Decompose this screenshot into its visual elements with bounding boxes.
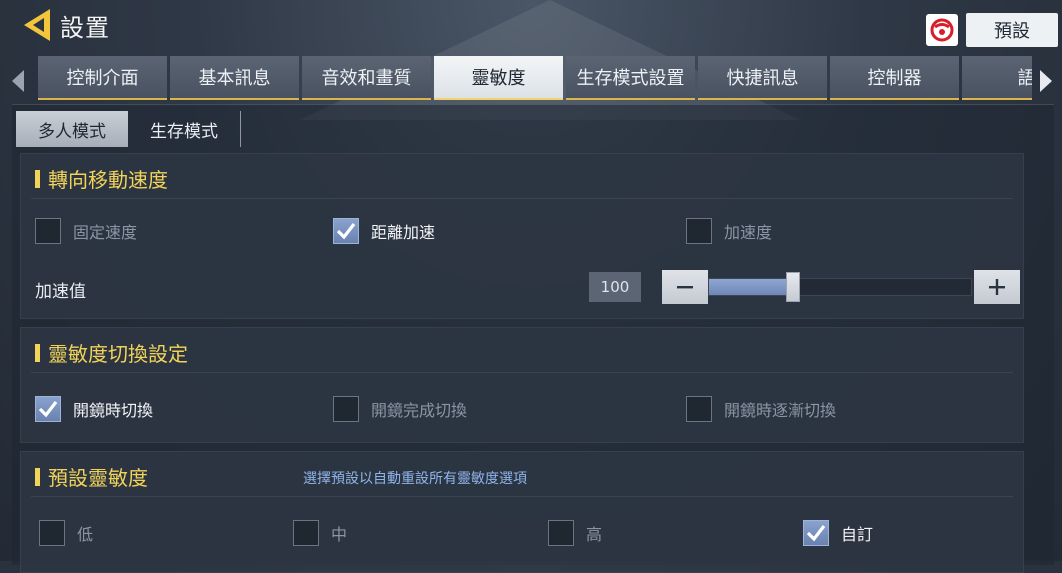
option-label: 加速度 [724,223,773,242]
option-label: 開鏡時逐漸切換 [724,401,837,420]
option-turn-options-0[interactable]: 固定速度 [35,218,137,244]
tab-3[interactable]: 靈敏度 [434,56,563,100]
switch-settings-panel: 靈敏度切換設定 開鏡時切換 開鏡完成切換 開鏡時逐漸切換 [20,327,1024,443]
tab-1[interactable]: 基本訊息 [170,56,299,100]
preset-sensitivity-panel: 預設靈敏度 選擇預設以自動重設所有靈敏度選項 低 中 高 自訂 [20,451,1024,573]
slider-fill [709,279,794,295]
increase-button[interactable] [974,270,1020,304]
tab-bar: 控制介面 基本訊息 音效和畫質 靈敏度 生存模式設置 快捷訊息 控制器語 [0,56,1062,102]
option-switch-options-2[interactable]: 開鏡時逐漸切換 [686,396,836,422]
option-label: 開鏡完成切換 [371,401,468,420]
tab-6[interactable]: 控制器 [830,56,959,100]
checkbox[interactable] [333,218,359,244]
preset-subtitle: 選擇預設以自動重設所有靈敏度選項 [303,471,527,487]
accel-slider[interactable] [708,272,972,302]
decrease-button[interactable] [662,270,708,304]
title-accent-bar [35,343,40,362]
content-area: 多人模式 生存模式 轉向移動速度 固定速度 距離加速 加速度 加速值 100 靈敏度切… [12,104,1054,573]
title-accent-bar [35,169,40,188]
option-preset-options-3[interactable]: 自訂 [803,520,873,546]
divider [31,198,1013,199]
tab-right-arrow-icon[interactable] [1036,68,1056,94]
divider [31,372,1013,373]
checkbox[interactable] [803,520,829,546]
subtab-1[interactable]: 生存模式 [128,111,241,147]
checkbox[interactable] [39,520,65,546]
checkbox[interactable] [548,520,574,546]
tab-7[interactable]: 語 [962,56,1032,100]
checkbox[interactable] [293,520,319,546]
divider [31,496,1013,497]
brand-logo-icon [926,14,958,46]
tab-left-arrow-icon[interactable] [8,68,28,94]
option-turn-options-1[interactable]: 距離加速 [333,218,435,244]
checkmark-icon [336,223,356,240]
checkmark-icon [38,401,58,418]
subtab-0[interactable]: 多人模式 [16,111,128,147]
section-title-text: 轉向移動速度 [48,168,168,192]
checkmark-icon [806,525,826,542]
preset-button[interactable]: 預設 [966,13,1058,47]
tab-2[interactable]: 音效和畫質 [302,56,431,100]
option-label: 開鏡時切換 [73,401,154,420]
option-switch-options-0[interactable]: 開鏡時切換 [35,396,153,422]
option-label: 低 [77,525,94,544]
tab-0[interactable]: 控制介面 [38,56,167,100]
minus-icon [677,286,693,289]
slider-handle[interactable] [786,272,801,302]
tabs: 控制介面 基本訊息 音效和畫質 靈敏度 生存模式設置 快捷訊息 控制器語 [38,56,1032,102]
page-title: 設置 [60,13,110,42]
back-button[interactable]: 設置 [20,6,112,44]
section-title: 預設靈敏度 [35,462,148,491]
section-title-text: 預設靈敏度 [48,466,148,490]
subtabs: 多人模式 生存模式 [16,111,241,149]
accel-value: 100 [589,272,641,302]
option-preset-options-0[interactable]: 低 [39,520,93,546]
checkbox[interactable] [333,396,359,422]
option-label: 中 [331,525,348,544]
option-label: 高 [586,525,603,544]
checkbox[interactable] [686,396,712,422]
title-accent-bar [35,467,40,486]
tab-4[interactable]: 生存模式設置 [566,56,695,100]
back-arrow-icon [24,9,50,41]
turn-speed-panel: 轉向移動速度 固定速度 距離加速 加速度 加速值 100 [20,153,1024,319]
tab-5[interactable]: 快捷訊息 [698,56,827,100]
checkbox[interactable] [686,218,712,244]
option-label: 固定速度 [73,223,138,242]
checkbox[interactable] [35,218,61,244]
accel-label: 加速值 [35,282,86,302]
plus-icon [989,279,1005,295]
section-title: 轉向移動速度 [35,164,168,193]
section-title-text: 靈敏度切換設定 [48,342,188,366]
option-turn-options-2[interactable]: 加速度 [686,218,772,244]
option-switch-options-1[interactable]: 開鏡完成切換 [333,396,467,422]
option-label: 自訂 [841,525,874,544]
checkbox[interactable] [35,396,61,422]
option-preset-options-2[interactable]: 高 [548,520,602,546]
option-label: 距離加速 [371,223,436,242]
section-title: 靈敏度切換設定 [35,338,188,367]
option-preset-options-1[interactable]: 中 [293,520,347,546]
